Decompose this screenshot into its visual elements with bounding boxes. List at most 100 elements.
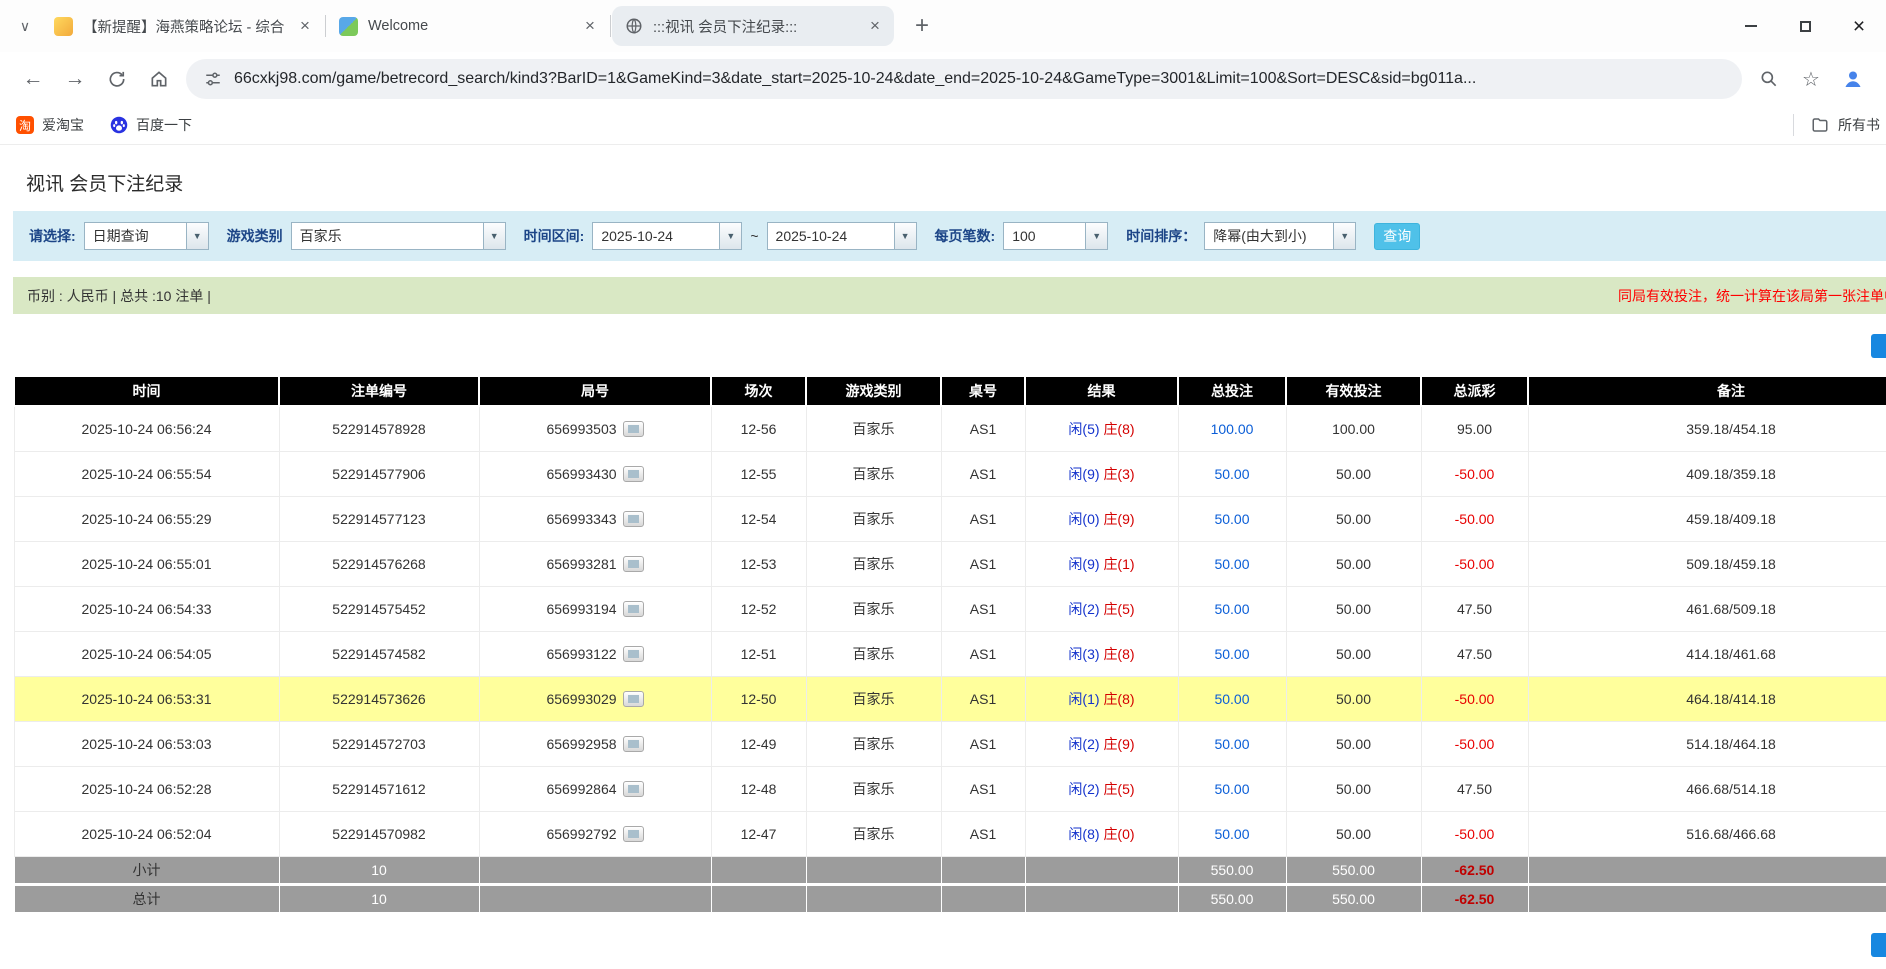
dropdown-arrow-icon[interactable]: ▼: [1333, 223, 1355, 249]
cell-total-bet[interactable]: 50.00: [1178, 766, 1286, 811]
table-row: 2025-10-24 06:55:54522914577906656993430…: [14, 451, 1886, 496]
cell-game-type: 百家乐: [806, 676, 941, 721]
col-round: 局号: [479, 376, 711, 406]
cell-total-bet[interactable]: 50.00: [1178, 451, 1286, 496]
result-banker: 庄(9): [1103, 736, 1134, 752]
cell-bet-id: 522914576268: [279, 541, 479, 586]
taobao-icon: 淘: [16, 116, 34, 134]
date-end-select[interactable]: 2025-10-24 ▼: [767, 222, 917, 250]
reload-button[interactable]: [96, 58, 138, 100]
cell-round: 656992864: [479, 766, 711, 811]
date-start-value: 2025-10-24: [593, 223, 719, 249]
empty-cell: [806, 856, 941, 884]
cell-total-bet[interactable]: 50.00: [1178, 631, 1286, 676]
table-row: 2025-10-24 06:54:05522914574582656993122…: [14, 631, 1886, 676]
round-detail-icon[interactable]: [623, 826, 644, 842]
cell-result: 闲(2) 庄(5): [1025, 586, 1178, 631]
dropdown-arrow-icon[interactable]: ▼: [483, 223, 505, 249]
tab-search-button[interactable]: ∨: [8, 9, 42, 43]
sort-order-select[interactable]: 降幂(由大到小) ▼: [1204, 222, 1356, 250]
page-size-select[interactable]: 100 ▼: [1003, 222, 1108, 250]
cell-note: 509.18/459.18: [1528, 541, 1886, 586]
cell-total-bet[interactable]: 50.00: [1178, 496, 1286, 541]
cell-total-bet[interactable]: 50.00: [1178, 586, 1286, 631]
bookmark-taobao[interactable]: 淘 爱淘宝: [16, 115, 84, 135]
cell-time: 2025-10-24 06:54:33: [14, 586, 279, 631]
new-tab-button[interactable]: +: [904, 8, 940, 44]
maximize-button[interactable]: [1778, 0, 1832, 52]
edge-button-top[interactable]: [1871, 334, 1886, 358]
tab-bet-records[interactable]: :::视讯 会员下注纪录::: ×: [612, 6, 894, 46]
cell-round: 656992792: [479, 811, 711, 856]
cell-note: 459.18/409.18: [1528, 496, 1886, 541]
result-player: 闲(9): [1068, 466, 1099, 482]
tab-close-icon[interactable]: ×: [864, 15, 886, 37]
cell-bet-id: 522914575452: [279, 586, 479, 631]
cell-payout: 95.00: [1421, 406, 1528, 451]
cell-bet-id: 522914577906: [279, 451, 479, 496]
query-type-select[interactable]: 日期查询 ▼: [84, 222, 209, 250]
tab-welcome[interactable]: Welcome ×: [327, 6, 609, 46]
navigation-bar: ← → 66cxkj98.com/game/betrecord_search/k…: [0, 52, 1886, 106]
cell-table-no: AS1: [941, 496, 1025, 541]
edge-button-bottom[interactable]: [1871, 933, 1886, 957]
result-banker: 庄(0): [1103, 826, 1134, 842]
cell-session: 12-50: [711, 676, 806, 721]
query-button[interactable]: 查询: [1374, 223, 1420, 250]
round-detail-icon[interactable]: [623, 646, 644, 662]
profile-avatar[interactable]: [1832, 58, 1874, 100]
round-detail-icon[interactable]: [623, 781, 644, 797]
bookmark-baidu[interactable]: 百度一下: [110, 115, 192, 135]
cell-time: 2025-10-24 06:54:05: [14, 631, 279, 676]
cell-time: 2025-10-24 06:55:01: [14, 541, 279, 586]
dropdown-arrow-icon[interactable]: ▼: [186, 223, 208, 249]
round-detail-icon[interactable]: [623, 556, 644, 572]
cell-total-bet[interactable]: 100.00: [1178, 406, 1286, 451]
close-icon: ×: [1853, 16, 1865, 37]
round-detail-icon[interactable]: [623, 736, 644, 752]
col-note: 备注: [1528, 376, 1886, 406]
col-time: 时间: [14, 376, 279, 406]
total-valid-bet: 550.00: [1286, 884, 1421, 912]
tab-divider: [325, 15, 326, 37]
bookmarks-bar: 淘 爱淘宝 百度一下 所有书: [0, 106, 1886, 145]
dropdown-arrow-icon[interactable]: ▼: [719, 223, 741, 249]
round-detail-icon[interactable]: [623, 511, 644, 527]
tab-title: 【新提醒】海燕策略论坛 - 综合...: [83, 16, 284, 37]
star-icon: ☆: [1802, 67, 1820, 92]
tab-close-icon[interactable]: ×: [294, 15, 316, 37]
date-start-select[interactable]: 2025-10-24 ▼: [592, 222, 742, 250]
dropdown-arrow-icon[interactable]: ▼: [1085, 223, 1107, 249]
cell-table-no: AS1: [941, 541, 1025, 586]
address-bar[interactable]: 66cxkj98.com/game/betrecord_search/kind3…: [186, 59, 1742, 99]
bookmark-star-button[interactable]: ☆: [1790, 58, 1832, 100]
cell-total-bet[interactable]: 50.00: [1178, 721, 1286, 766]
dropdown-arrow-icon[interactable]: ▼: [894, 223, 916, 249]
table-row: 2025-10-24 06:52:28522914571612656992864…: [14, 766, 1886, 811]
game-type-select[interactable]: 百家乐 ▼: [291, 222, 506, 250]
all-bookmarks[interactable]: 所有书: [1793, 114, 1880, 136]
result-banker: 庄(9): [1103, 511, 1134, 527]
tab-close-icon[interactable]: ×: [579, 15, 601, 37]
round-detail-icon[interactable]: [623, 691, 644, 707]
home-button[interactable]: [138, 58, 180, 100]
zoom-button[interactable]: [1748, 58, 1790, 100]
magnifier-icon: [1759, 69, 1779, 89]
round-detail-icon[interactable]: [623, 601, 644, 617]
tab-forum[interactable]: 【新提醒】海燕策略论坛 - 综合... ×: [42, 6, 324, 46]
round-detail-icon[interactable]: [623, 466, 644, 482]
minimize-button[interactable]: [1724, 0, 1778, 52]
cell-valid-bet: 50.00: [1286, 631, 1421, 676]
cell-result: 闲(9) 庄(1): [1025, 541, 1178, 586]
plus-icon: +: [915, 12, 929, 40]
cell-total-bet[interactable]: 50.00: [1178, 811, 1286, 856]
cell-total-bet[interactable]: 50.00: [1178, 541, 1286, 586]
round-detail-icon[interactable]: [623, 421, 644, 437]
close-window-button[interactable]: ×: [1832, 0, 1886, 52]
result-player: 闲(3): [1068, 646, 1099, 662]
forward-button[interactable]: →: [54, 58, 96, 100]
site-settings-icon[interactable]: [204, 70, 222, 88]
back-button[interactable]: ←: [12, 58, 54, 100]
cell-total-bet[interactable]: 50.00: [1178, 676, 1286, 721]
cell-game-type: 百家乐: [806, 496, 941, 541]
